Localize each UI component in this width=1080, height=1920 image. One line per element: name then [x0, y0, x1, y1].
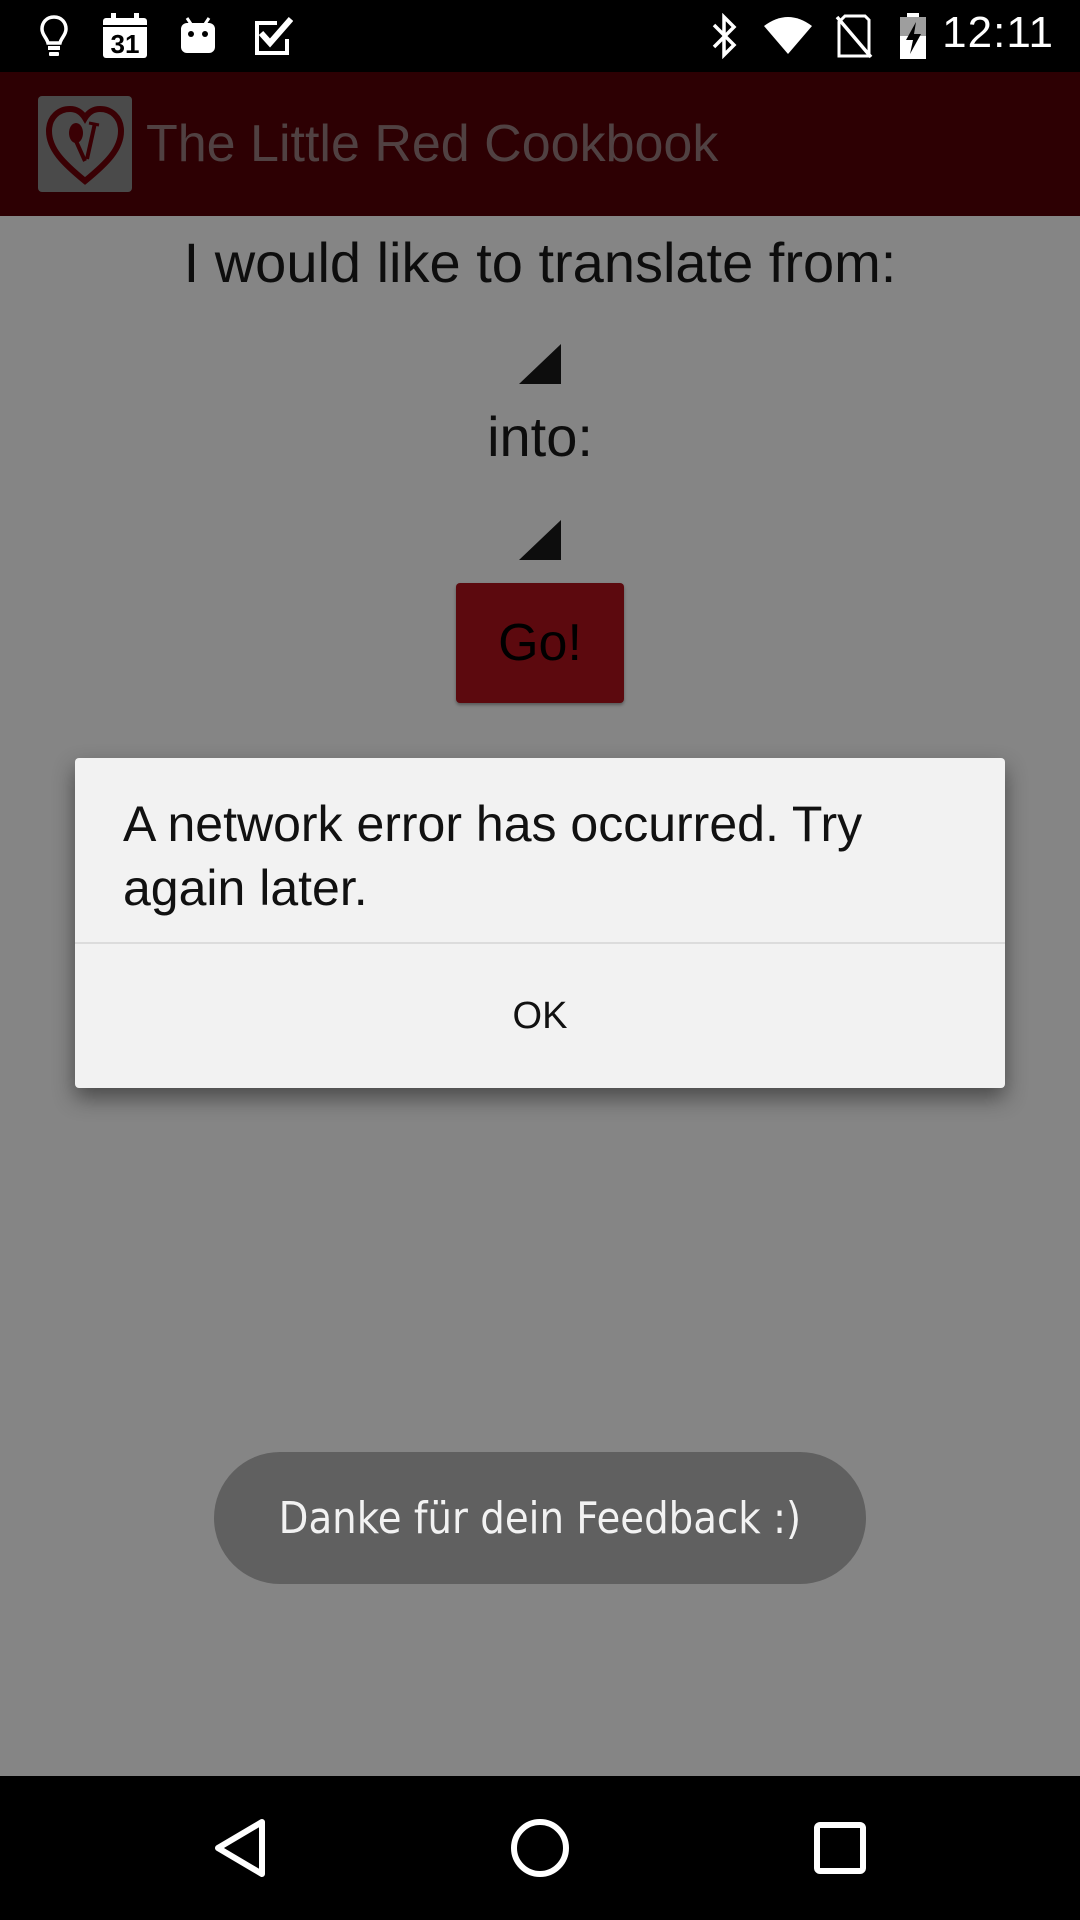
ok-button[interactable]: OK: [75, 944, 1005, 1088]
battery-charging-icon: [896, 12, 930, 60]
error-dialog: A network error has occurred. Try again …: [75, 758, 1005, 1088]
clock: 12:11: [942, 8, 1054, 57]
toast-message: Danke für dein Feedback :): [278, 1492, 802, 1544]
calendar-day: 31: [110, 29, 140, 59]
dialog-message: A network error has occurred. Try again …: [123, 796, 863, 916]
checkbox-icon: [250, 12, 294, 60]
toast: Danke für dein Feedback :): [214, 1452, 866, 1584]
home-icon[interactable]: [498, 1806, 582, 1890]
back-icon[interactable]: [198, 1806, 282, 1890]
wifi-icon: [762, 12, 814, 60]
navigation-bar: [0, 1776, 1080, 1920]
lightbulb-icon: [34, 12, 74, 60]
android-icon: [178, 12, 218, 60]
no-sim-icon: [834, 12, 874, 60]
calendar-icon: 31: [100, 12, 150, 60]
recents-icon[interactable]: [798, 1806, 882, 1890]
bluetooth-icon: [708, 12, 742, 60]
status-bar: 31 12:11: [0, 0, 1080, 72]
